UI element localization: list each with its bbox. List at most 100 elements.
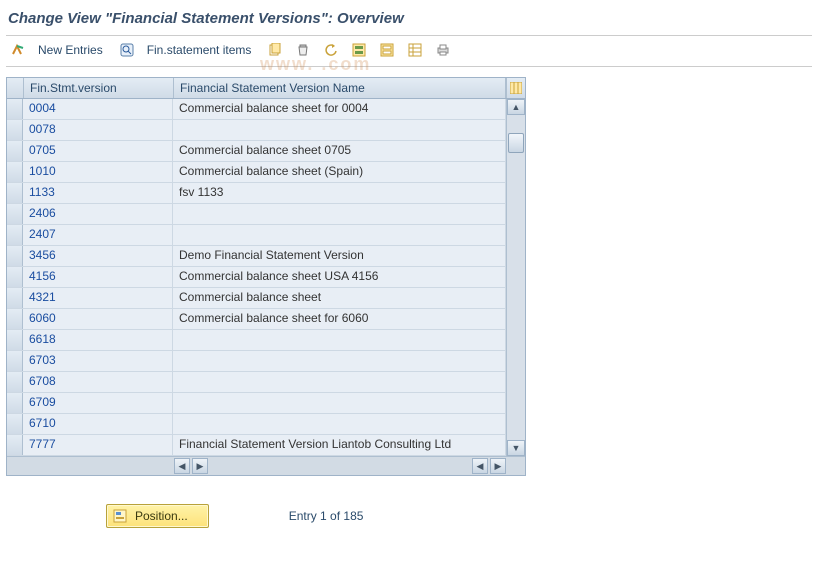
scroll-down-icon[interactable]: ▼ xyxy=(507,440,525,456)
cell-version[interactable]: 0078 xyxy=(23,120,173,140)
cell-name[interactable]: Commercial balance sheet for 6060 xyxy=(173,309,506,329)
table-body: 0004Commercial balance sheet for 0004007… xyxy=(7,99,506,456)
cell-name[interactable] xyxy=(173,414,506,434)
cell-version[interactable]: 6710 xyxy=(23,414,173,434)
scroll-thumb[interactable] xyxy=(508,133,524,153)
new-entries-button[interactable]: New Entries xyxy=(34,40,111,60)
table-row[interactable]: 1010Commercial balance sheet (Spain) xyxy=(7,162,506,183)
cell-name[interactable]: Commercial balance sheet for 0004 xyxy=(173,99,506,119)
table-row[interactable]: 6710 xyxy=(7,414,506,435)
cell-name[interactable] xyxy=(173,225,506,245)
row-selector[interactable] xyxy=(7,246,23,266)
select-all-icon[interactable] xyxy=(347,40,371,60)
row-selector[interactable] xyxy=(7,414,23,434)
cell-name[interactable]: Commercial balance sheet (Spain) xyxy=(173,162,506,182)
cell-version[interactable]: 2407 xyxy=(23,225,173,245)
table-row[interactable]: 4321Commercial balance sheet xyxy=(7,288,506,309)
cell-name[interactable]: fsv 1133 xyxy=(173,183,506,203)
deselect-all-icon[interactable] xyxy=(375,40,399,60)
scroll-up-icon[interactable]: ▲ xyxy=(507,99,525,115)
cell-name[interactable]: Commercial balance sheet 0705 xyxy=(173,141,506,161)
scroll-right-icon[interactable]: ▶ xyxy=(490,458,506,474)
table-row[interactable]: 6708 xyxy=(7,372,506,393)
table-row[interactable]: 6709 xyxy=(7,393,506,414)
undo-icon[interactable] xyxy=(319,40,343,60)
copy-icon[interactable] xyxy=(263,40,287,60)
cell-name[interactable] xyxy=(173,372,506,392)
print-icon[interactable] xyxy=(431,40,455,60)
toggle-icon[interactable] xyxy=(6,40,30,60)
row-selector[interactable] xyxy=(7,288,23,308)
table-row[interactable]: 3456Demo Financial Statement Version xyxy=(7,246,506,267)
row-selector[interactable] xyxy=(7,267,23,287)
column-header-version[interactable]: Fin.Stmt.version xyxy=(24,78,174,98)
table-row[interactable]: 2406 xyxy=(7,204,506,225)
row-selector[interactable] xyxy=(7,351,23,371)
table-header-row: Fin.Stmt.version Financial Statement Ver… xyxy=(7,78,525,99)
cell-name[interactable] xyxy=(173,351,506,371)
table-row[interactable]: 0705Commercial balance sheet 0705 xyxy=(7,141,506,162)
cell-version[interactable]: 0705 xyxy=(23,141,173,161)
column-header-name[interactable]: Financial Statement Version Name xyxy=(174,78,506,98)
cell-version[interactable]: 1010 xyxy=(23,162,173,182)
cell-name[interactable]: Commercial balance sheet xyxy=(173,288,506,308)
table-row[interactable]: 6618 xyxy=(7,330,506,351)
cell-version[interactable]: 7777 xyxy=(23,435,173,455)
table-row[interactable]: 7777Financial Statement Version Liantob … xyxy=(7,435,506,456)
scroll-left-end-icon[interactable]: ◀ xyxy=(472,458,488,474)
cell-version[interactable]: 2406 xyxy=(23,204,173,224)
position-button[interactable]: Position... xyxy=(106,504,209,528)
cell-version[interactable]: 4156 xyxy=(23,267,173,287)
row-selector[interactable] xyxy=(7,162,23,182)
cell-name[interactable]: Commercial balance sheet USA 4156 xyxy=(173,267,506,287)
cell-name[interactable] xyxy=(173,204,506,224)
cell-version[interactable]: 3456 xyxy=(23,246,173,266)
scroll-left-icon[interactable]: ◀ xyxy=(174,458,190,474)
cell-name[interactable] xyxy=(173,330,506,350)
table-row[interactable]: 0078 xyxy=(7,120,506,141)
cell-version[interactable]: 6709 xyxy=(23,393,173,413)
row-selector[interactable] xyxy=(7,141,23,161)
row-selector[interactable] xyxy=(7,435,23,455)
row-selector[interactable] xyxy=(7,393,23,413)
row-selector[interactable] xyxy=(7,225,23,245)
details-icon[interactable] xyxy=(115,40,139,60)
cell-name[interactable]: Demo Financial Statement Version xyxy=(173,246,506,266)
cell-version[interactable]: 6708 xyxy=(23,372,173,392)
table-row[interactable]: 2407 xyxy=(7,225,506,246)
cell-name[interactable] xyxy=(173,393,506,413)
configure-columns-icon[interactable] xyxy=(506,78,525,98)
row-selector[interactable] xyxy=(7,309,23,329)
row-selector[interactable] xyxy=(7,99,23,119)
cell-version[interactable]: 0004 xyxy=(23,99,173,119)
row-selector[interactable] xyxy=(7,120,23,140)
row-selector[interactable] xyxy=(7,204,23,224)
table-row[interactable]: 6060Commercial balance sheet for 6060 xyxy=(7,309,506,330)
vertical-scrollbar[interactable]: ▲ ▼ xyxy=(506,99,525,456)
horizontal-scrollbar[interactable]: ◀ ▶ ◀ ▶ xyxy=(7,456,525,475)
scroll-track[interactable] xyxy=(507,115,525,440)
table-row[interactable]: 4156Commercial balance sheet USA 4156 xyxy=(7,267,506,288)
table-row[interactable]: 1133fsv 1133 xyxy=(7,183,506,204)
cell-version[interactable]: 6703 xyxy=(23,351,173,371)
fin-statement-items-button[interactable]: Fin.statement items xyxy=(143,40,260,60)
divider xyxy=(6,35,812,36)
row-selector[interactable] xyxy=(7,372,23,392)
cell-version[interactable]: 6618 xyxy=(23,330,173,350)
fsv-table: Fin.Stmt.version Financial Statement Ver… xyxy=(6,77,526,476)
footer: Position... Entry 1 of 185 xyxy=(6,504,812,528)
table-settings-icon[interactable] xyxy=(403,40,427,60)
toolbar: New Entries Fin.statement items xyxy=(6,38,812,66)
cell-version[interactable]: 4321 xyxy=(23,288,173,308)
table-row[interactable]: 0004Commercial balance sheet for 0004 xyxy=(7,99,506,120)
delete-icon[interactable] xyxy=(291,40,315,60)
cell-version[interactable]: 6060 xyxy=(23,309,173,329)
row-selector[interactable] xyxy=(7,330,23,350)
scroll-right-inner-icon[interactable]: ▶ xyxy=(192,458,208,474)
row-selector-header[interactable] xyxy=(7,78,24,98)
row-selector[interactable] xyxy=(7,183,23,203)
table-row[interactable]: 6703 xyxy=(7,351,506,372)
cell-version[interactable]: 1133 xyxy=(23,183,173,203)
cell-name[interactable]: Financial Statement Version Liantob Cons… xyxy=(173,435,506,455)
cell-name[interactable] xyxy=(173,120,506,140)
